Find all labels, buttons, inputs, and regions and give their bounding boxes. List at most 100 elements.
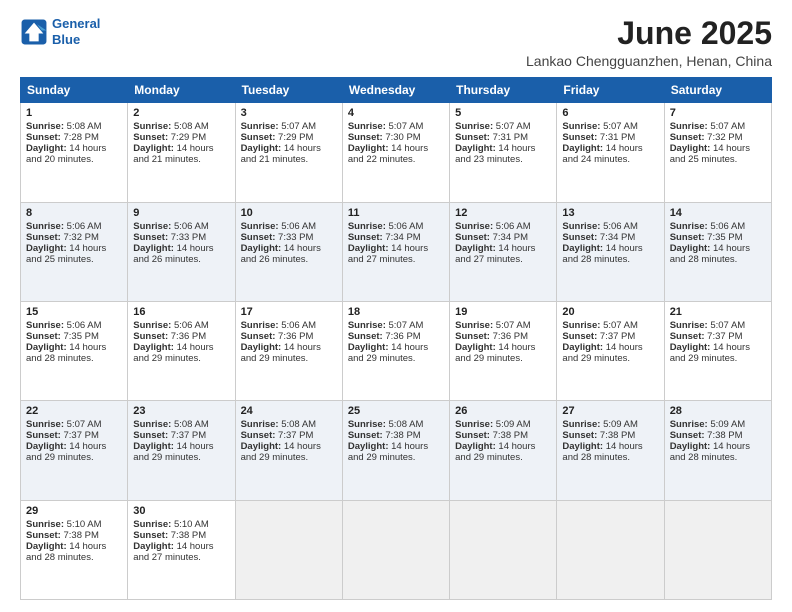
daylight-label: Daylight:: [455, 243, 498, 254]
sunset-time: 7:37 PM: [278, 430, 313, 441]
daylight-label: Daylight:: [670, 243, 713, 254]
calendar-header-row: Sunday Monday Tuesday Wednesday Thursday…: [21, 78, 772, 103]
daylight-label: Daylight:: [562, 143, 605, 154]
table-row: 3 Sunrise: 5:07 AM Sunset: 7:29 PM Dayli…: [235, 103, 342, 202]
daylight-label: Daylight:: [562, 342, 605, 353]
sunrise-label: Sunrise:: [455, 320, 496, 331]
table-row: 16 Sunrise: 5:06 AM Sunset: 7:36 PM Dayl…: [128, 301, 235, 400]
sunrise-label: Sunrise:: [562, 320, 603, 331]
sunrise-label: Sunrise:: [133, 221, 174, 232]
sunset-label: Sunset:: [133, 331, 170, 342]
sunset-time: 7:36 PM: [278, 331, 313, 342]
sunrise-time: 5:08 AM: [174, 419, 209, 430]
daylight-label: Daylight:: [26, 143, 69, 154]
day-number: 6: [562, 107, 658, 119]
sunset-label: Sunset:: [348, 430, 385, 441]
sunset-label: Sunset:: [133, 132, 170, 143]
day-number: 7: [670, 107, 766, 119]
daylight-label: Daylight:: [348, 243, 391, 254]
sunset-time: 7:34 PM: [600, 232, 635, 243]
sunset-label: Sunset:: [670, 430, 707, 441]
sunset-time: 7:35 PM: [63, 331, 98, 342]
sunset-time: 7:38 PM: [63, 530, 98, 541]
sunset-label: Sunset:: [241, 430, 278, 441]
sunset-label: Sunset:: [455, 430, 492, 441]
sunrise-label: Sunrise:: [562, 121, 603, 132]
sunrise-time: 5:07 AM: [496, 121, 531, 132]
day-number: 5: [455, 107, 551, 119]
sunset-time: 7:29 PM: [171, 132, 206, 143]
daylight-label: Daylight:: [348, 441, 391, 452]
sunset-label: Sunset:: [26, 331, 63, 342]
sunset-label: Sunset:: [670, 132, 707, 143]
daylight-label: Daylight:: [562, 441, 605, 452]
table-row: [235, 500, 342, 599]
sunrise-time: 5:06 AM: [496, 221, 531, 232]
sunrise-label: Sunrise:: [562, 221, 603, 232]
sunrise-label: Sunrise:: [26, 121, 67, 132]
sunset-label: Sunset:: [670, 232, 707, 243]
location-title: Lankao Chengguanzhen, Henan, China: [526, 53, 772, 69]
sunrise-time: 5:06 AM: [710, 221, 745, 232]
month-title: June 2025: [526, 16, 772, 51]
sunset-time: 7:30 PM: [385, 132, 420, 143]
col-saturday: Saturday: [664, 78, 771, 103]
calendar-row: 22 Sunrise: 5:07 AM Sunset: 7:37 PM Dayl…: [21, 401, 772, 500]
sunset-label: Sunset:: [562, 331, 599, 342]
sunrise-label: Sunrise:: [26, 519, 67, 530]
sunrise-time: 5:07 AM: [710, 320, 745, 331]
day-number: 12: [455, 207, 551, 219]
table-row: 10 Sunrise: 5:06 AM Sunset: 7:33 PM Dayl…: [235, 202, 342, 301]
calendar-row: 8 Sunrise: 5:06 AM Sunset: 7:32 PM Dayli…: [21, 202, 772, 301]
sunset-time: 7:37 PM: [171, 430, 206, 441]
sunset-time: 7:38 PM: [707, 430, 742, 441]
table-row: 15 Sunrise: 5:06 AM Sunset: 7:35 PM Dayl…: [21, 301, 128, 400]
sunset-label: Sunset:: [562, 132, 599, 143]
daylight-label: Daylight:: [455, 342, 498, 353]
sunset-label: Sunset:: [26, 132, 63, 143]
sunrise-time: 5:06 AM: [174, 221, 209, 232]
sunrise-time: 5:08 AM: [281, 419, 316, 430]
sunset-time: 7:31 PM: [600, 132, 635, 143]
col-thursday: Thursday: [450, 78, 557, 103]
sunset-time: 7:37 PM: [600, 331, 635, 342]
daylight-label: Daylight:: [133, 143, 176, 154]
title-block: June 2025 Lankao Chengguanzhen, Henan, C…: [526, 16, 772, 69]
table-row: 9 Sunrise: 5:06 AM Sunset: 7:33 PM Dayli…: [128, 202, 235, 301]
sunset-label: Sunset:: [455, 331, 492, 342]
sunset-label: Sunset:: [241, 232, 278, 243]
sunrise-time: 5:07 AM: [389, 121, 424, 132]
daylight-label: Daylight:: [133, 243, 176, 254]
sunset-time: 7:32 PM: [63, 232, 98, 243]
day-number: 1: [26, 107, 122, 119]
col-sunday: Sunday: [21, 78, 128, 103]
sunrise-time: 5:09 AM: [496, 419, 531, 430]
daylight-label: Daylight:: [562, 243, 605, 254]
sunrise-time: 5:06 AM: [389, 221, 424, 232]
day-number: 4: [348, 107, 444, 119]
sunrise-label: Sunrise:: [670, 320, 711, 331]
sunrise-label: Sunrise:: [670, 221, 711, 232]
sunset-label: Sunset:: [133, 530, 170, 541]
daylight-label: Daylight:: [241, 342, 284, 353]
sunrise-label: Sunrise:: [670, 419, 711, 430]
daylight-label: Daylight:: [670, 441, 713, 452]
day-number: 18: [348, 306, 444, 318]
sunset-time: 7:31 PM: [493, 132, 528, 143]
table-row: 4 Sunrise: 5:07 AM Sunset: 7:30 PM Dayli…: [342, 103, 449, 202]
sunset-label: Sunset:: [133, 232, 170, 243]
sunrise-label: Sunrise:: [26, 419, 67, 430]
daylight-label: Daylight:: [241, 243, 284, 254]
sunset-time: 7:37 PM: [63, 430, 98, 441]
daylight-label: Daylight:: [26, 342, 69, 353]
sunrise-time: 5:07 AM: [281, 121, 316, 132]
sunset-label: Sunset:: [26, 430, 63, 441]
daylight-label: Daylight:: [133, 541, 176, 552]
sunset-time: 7:38 PM: [171, 530, 206, 541]
sunrise-time: 5:07 AM: [67, 419, 102, 430]
sunrise-time: 5:08 AM: [389, 419, 424, 430]
sunset-label: Sunset:: [348, 232, 385, 243]
daylight-label: Daylight:: [133, 342, 176, 353]
sunrise-time: 5:08 AM: [174, 121, 209, 132]
table-row: 17 Sunrise: 5:06 AM Sunset: 7:36 PM Dayl…: [235, 301, 342, 400]
